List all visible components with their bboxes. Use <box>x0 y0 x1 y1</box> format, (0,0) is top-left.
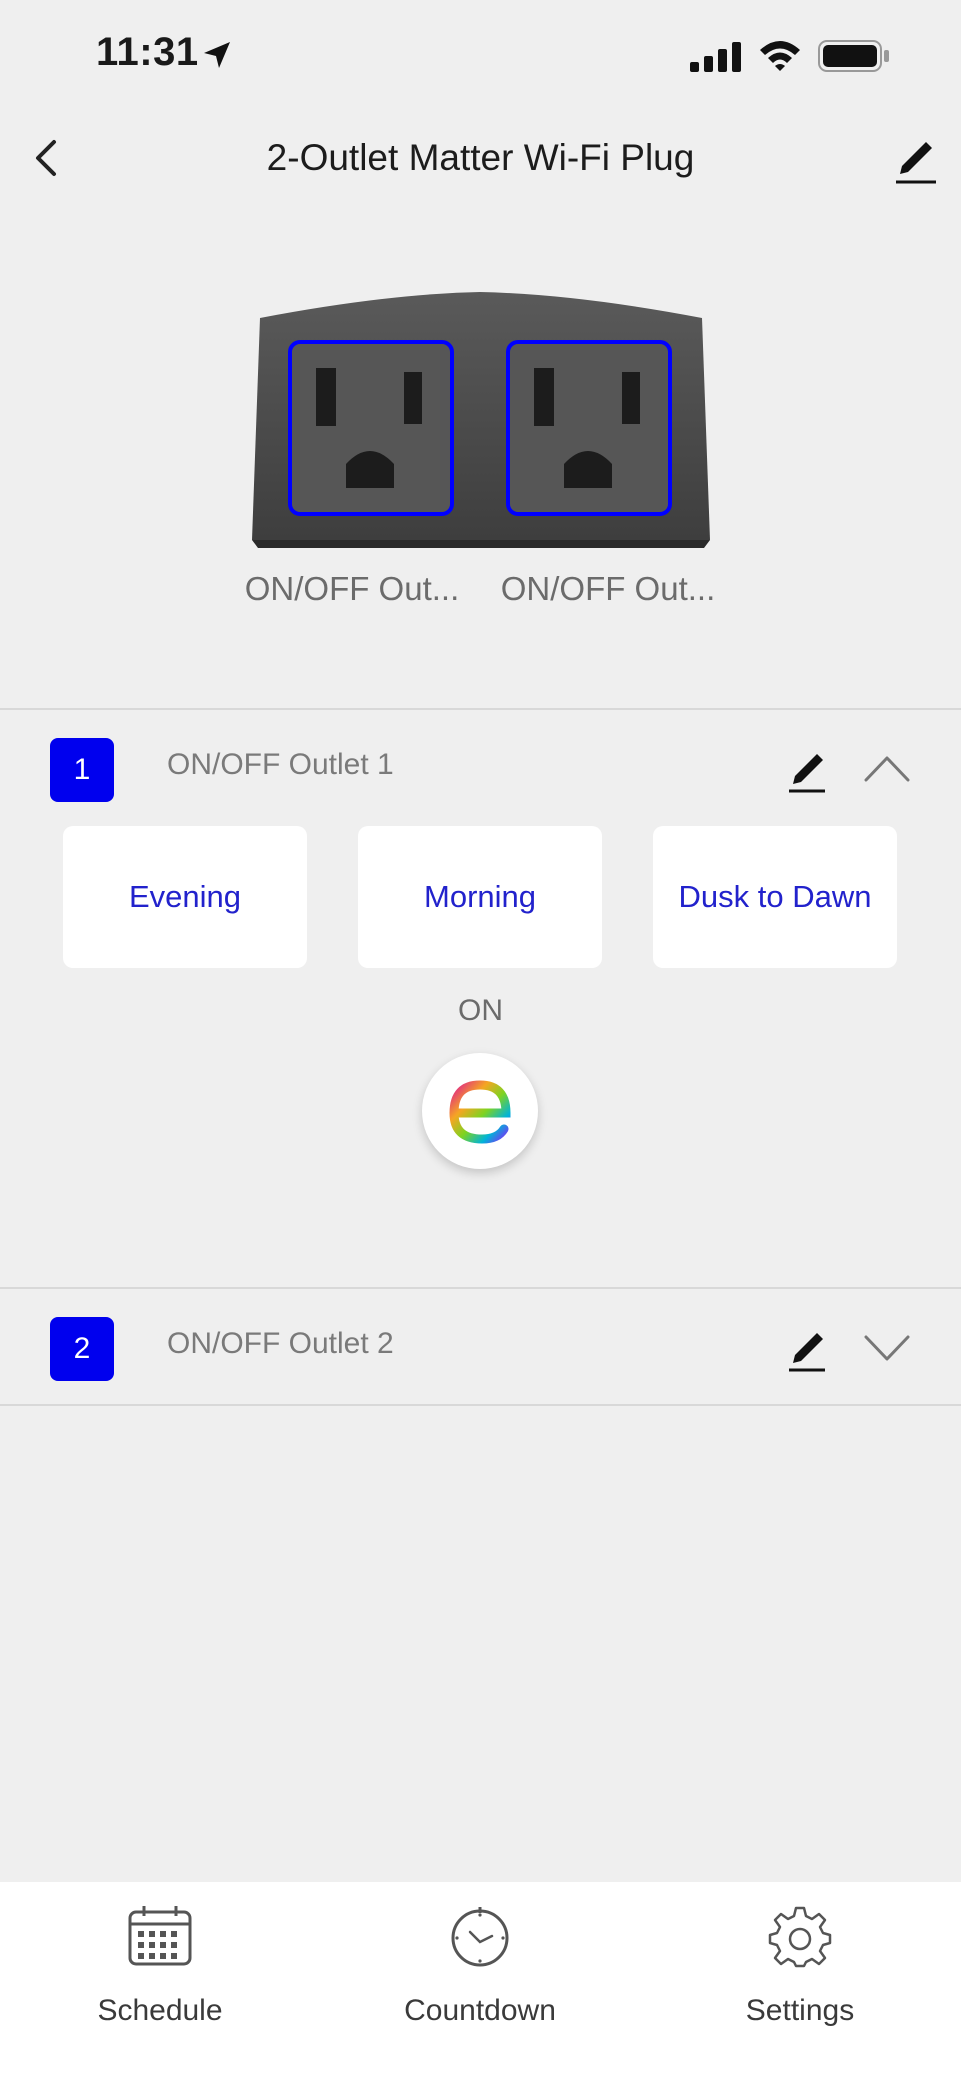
outlet-number-badge: 2 <box>50 1317 114 1381</box>
chevron-up-icon[interactable] <box>862 750 912 786</box>
tab-label: Countdown <box>404 1994 556 2027</box>
divider <box>0 1404 961 1406</box>
status-time: 11:31 <box>96 30 199 74</box>
outlet-row-1[interactable]: 1 ON/OFF Outlet 1 <box>0 714 961 824</box>
outlet-name: ON/OFF Outlet 1 <box>167 748 394 781</box>
chevron-down-icon[interactable] <box>862 1329 912 1365</box>
edit-pencil-icon[interactable] <box>785 1323 829 1373</box>
scene-button-evening[interactable]: Evening <box>63 826 307 968</box>
divider <box>0 1287 961 1289</box>
page-title: 2-Outlet Matter Wi-Fi Plug <box>266 137 695 178</box>
gear-icon <box>768 1906 832 1968</box>
bottom-tab-bar: Schedule Countdown Settings <box>0 1882 961 2080</box>
plug-device-image <box>252 292 710 548</box>
wifi-icon <box>760 41 800 71</box>
tab-countdown[interactable]: Countdown <box>320 1882 640 2080</box>
clock-icon <box>451 1907 509 1967</box>
cellular-signal-icon <box>690 42 741 72</box>
outlet-state-label: ON <box>458 994 503 1027</box>
outlet-row-2[interactable]: 2 ON/OFF Outlet 2 <box>0 1293 961 1403</box>
divider <box>0 708 961 710</box>
header: 2-Outlet Matter Wi-Fi Plug <box>0 110 961 230</box>
power-toggle-button[interactable] <box>422 1053 538 1169</box>
scene-button-morning[interactable]: Morning <box>358 826 602 968</box>
outlet-1-face[interactable] <box>288 340 454 516</box>
tab-settings[interactable]: Settings <box>640 1882 960 2080</box>
device-outlet-2-label: ON/OFF Out... <box>500 570 716 607</box>
outlet-2-face[interactable] <box>506 340 672 516</box>
calendar-icon <box>128 1906 192 1966</box>
device-outlet-1-label: ON/OFF Out... <box>244 570 460 607</box>
scene-button-dusk-to-dawn[interactable]: Dusk to Dawn <box>653 826 897 968</box>
outlet-name: ON/OFF Outlet 2 <box>167 1327 394 1360</box>
edit-pencil-icon[interactable] <box>890 128 940 188</box>
status-bar: 11:31 <box>0 0 961 110</box>
brand-e-logo-icon <box>449 1080 511 1144</box>
tab-schedule[interactable]: Schedule <box>0 1882 320 2080</box>
edit-pencil-icon[interactable] <box>785 744 829 794</box>
battery-icon <box>818 40 889 72</box>
tab-label: Schedule <box>97 1994 223 2027</box>
tab-label: Settings <box>745 1994 855 2027</box>
outlet-number-badge: 1 <box>50 738 114 802</box>
scene-buttons: Evening Morning Dusk to Dawn <box>63 826 897 968</box>
location-arrow-icon <box>204 42 230 68</box>
